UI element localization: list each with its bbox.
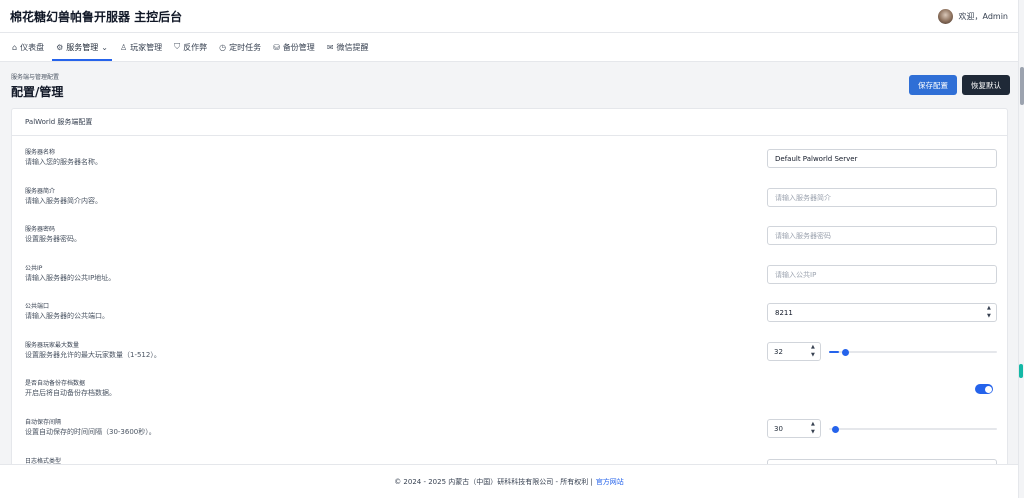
field-label: 日志格式类型 [25, 458, 62, 464]
nav-label: 仪表盘 [20, 42, 45, 52]
avatar[interactable] [937, 8, 953, 24]
port-value: 8211 [775, 308, 793, 317]
config-card: PalWorld 服务端配置 服务器名称 请输入您的服务器名称。 Default… [11, 108, 1008, 464]
autosave-stepper[interactable]: ▲ ▼ [811, 422, 818, 435]
field-description: 请输入服务器的公共IP地址。 [25, 274, 116, 282]
nav-wechat-alerts[interactable]: ✉ 微信提醒 [321, 33, 375, 61]
breadcrumb: 服务端与管理配置 [11, 74, 60, 81]
field-public-port: 公共端口 请输入服务器的公共端口。 8211 ▲ ▼ [12, 300, 1007, 338]
autosave-interval-input[interactable]: 30 ▲ ▼ [767, 419, 821, 438]
field-description: 请输入您的服务器名称。 [25, 158, 102, 166]
stepper-up-icon[interactable]: ▲ [811, 345, 818, 350]
slider-thumb[interactable] [842, 348, 850, 356]
field-label: 服务器密码 [25, 226, 56, 233]
field-description: 请输入服务器简介内容。 [25, 197, 102, 205]
page-header: 服务端与管理配置 配置/管理 [11, 72, 63, 100]
slider-fill [829, 351, 840, 353]
nav-label: 反作弊 [183, 42, 208, 52]
public-port-input[interactable]: 8211 ▲ ▼ [767, 303, 997, 322]
gear-icon: ⚙ [56, 42, 64, 52]
field-label: 是否自动备份存档数据 [25, 380, 86, 387]
max-players-value: 32 [774, 347, 783, 356]
field-label: 自动保存间隔 [25, 419, 62, 426]
public-ip-input[interactable]: 请输入公共IP [767, 265, 997, 284]
port-stepper[interactable]: ▲ ▼ [987, 306, 994, 319]
nav-anti-cheat[interactable]: ⛉ 反作弊 [168, 33, 213, 61]
nav-label: 玩家管理 [130, 42, 163, 52]
user-greeting: 欢迎，Admin [958, 11, 1009, 21]
field-label: 服务器玩家最大数量 [25, 342, 80, 349]
field-server-password: 服务器密码 设置服务器密码。 请输入服务器密码 [12, 223, 1007, 261]
max-players-stepper[interactable]: ▲ ▼ [811, 345, 818, 358]
stepper-up-icon[interactable]: ▲ [987, 306, 994, 311]
toggle-knob [984, 385, 992, 393]
field-description: 请输入服务器的公共端口。 [25, 312, 109, 320]
field-server-name: 服务器名称 请输入您的服务器名称。 Default Palworld Serve… [12, 146, 1007, 184]
auto-backup-toggle[interactable] [975, 384, 993, 394]
nav-label: 微信提醒 [336, 42, 369, 52]
field-label: 服务器名称 [25, 149, 56, 156]
nav-label: 定时任务 [229, 42, 262, 52]
nav-player-management[interactable]: ♙ 玩家管理 [114, 33, 168, 61]
stepper-down-icon[interactable]: ▼ [811, 353, 818, 358]
field-description: 设置自动保存的时间间隔（30-3600秒）。 [25, 428, 156, 436]
chat-icon: ✉ [326, 42, 334, 52]
user-icon: ♙ [119, 42, 128, 52]
nav-label: 服务管理 [66, 42, 99, 52]
restore-default-button[interactable]: 恢复默认 [962, 75, 1010, 95]
field-description: 开启后将自动备份存档数据。 [25, 389, 116, 397]
shield-icon: ⛉ [174, 42, 181, 51]
save-config-button[interactable]: 保存配置 [909, 75, 957, 95]
copyright-text: © 2024 - 2025 内蒙古（中国）研科科技有限公司 - 所有权利 | [394, 477, 593, 486]
nav-label: 备份管理 [282, 42, 315, 52]
autosave-interval-value: 30 [774, 424, 783, 433]
app-title: 棉花糖幻兽帕鲁开服器 主控后台 [10, 9, 183, 24]
top-bar: 棉花糖幻兽帕鲁开服器 主控后台 欢迎，Admin [0, 0, 1018, 33]
field-description: 设置服务器允许的最大玩家数量（1-512）。 [25, 351, 161, 359]
server-name-input[interactable]: Default Palworld Server [767, 149, 997, 168]
stepper-down-icon[interactable]: ▼ [987, 314, 994, 319]
official-site-link[interactable]: 官方网站 [596, 477, 624, 487]
stepper-down-icon[interactable]: ▼ [811, 430, 818, 435]
server-intro-input[interactable]: 请输入服务器简介 [767, 188, 997, 207]
stepper-up-icon[interactable]: ▲ [811, 422, 818, 427]
home-icon: ⌂ [12, 42, 18, 52]
nav-scheduled-tasks[interactable]: ◷ 定时任务 [213, 33, 267, 61]
field-public-ip: 公共IP 请输入服务器的公共IP地址。 请输入公共IP [12, 262, 1007, 300]
autosave-interval-slider[interactable] [829, 425, 997, 433]
field-description: 设置服务器密码。 [25, 235, 81, 243]
slider-thumb[interactable] [832, 425, 839, 433]
field-log-format: 日志格式类型 [12, 455, 1007, 464]
max-players-slider[interactable] [829, 348, 997, 356]
max-players-input[interactable]: 32 ▲ ▼ [767, 342, 821, 361]
field-label: 公共IP [25, 265, 43, 272]
server-password-input[interactable]: 请输入服务器密码 [767, 226, 997, 245]
scrollbar-thumb[interactable] [1020, 67, 1024, 105]
main-content: 服务端与管理配置 配置/管理 保存配置 恢复默认 PalWorld 服务端配置 … [0, 62, 1018, 464]
footer: © 2024 - 2025 内蒙古（中国）研科科技有限公司 - 所有权利 | 官… [0, 464, 1018, 498]
user-menu[interactable]: 欢迎，Admin [937, 8, 1009, 24]
card-title: PalWorld 服务端配置 [12, 109, 1007, 136]
field-server-intro: 服务器简介 请输入服务器简介内容。 请输入服务器简介 [12, 185, 1007, 223]
nav-backup-management[interactable]: ⛁ 备份管理 [267, 33, 321, 61]
nav-service-management[interactable]: ⚙ 服务管理 ⌄ [50, 33, 114, 61]
main-nav: ⌂ 仪表盘 ⚙ 服务管理 ⌄ ♙ 玩家管理 ⛉ 反作弊 ◷ 定时任务 ⛁ 备份管… [0, 33, 1018, 62]
chevron-down-icon: ⌄ [101, 42, 108, 52]
side-widget-tab[interactable] [1019, 364, 1023, 378]
field-label: 公共端口 [25, 303, 50, 310]
database-icon: ⛁ [273, 42, 280, 52]
nav-dashboard[interactable]: ⌂ 仪表盘 [6, 33, 50, 61]
field-label: 服务器简介 [25, 188, 56, 195]
field-autosave-interval: 自动保存间隔 设置自动保存的时间间隔（30-3600秒）。 30 ▲ ▼ [12, 416, 1007, 454]
clock-icon: ◷ [219, 42, 227, 52]
page-scrollbar[interactable] [1018, 0, 1024, 498]
page-title: 配置/管理 [11, 85, 64, 99]
field-max-players: 服务器玩家最大数量 设置服务器允许的最大玩家数量（1-512）。 32 ▲ ▼ [12, 339, 1007, 377]
field-auto-backup: 是否自动备份存档数据 开启后将自动备份存档数据。 [12, 377, 1007, 415]
